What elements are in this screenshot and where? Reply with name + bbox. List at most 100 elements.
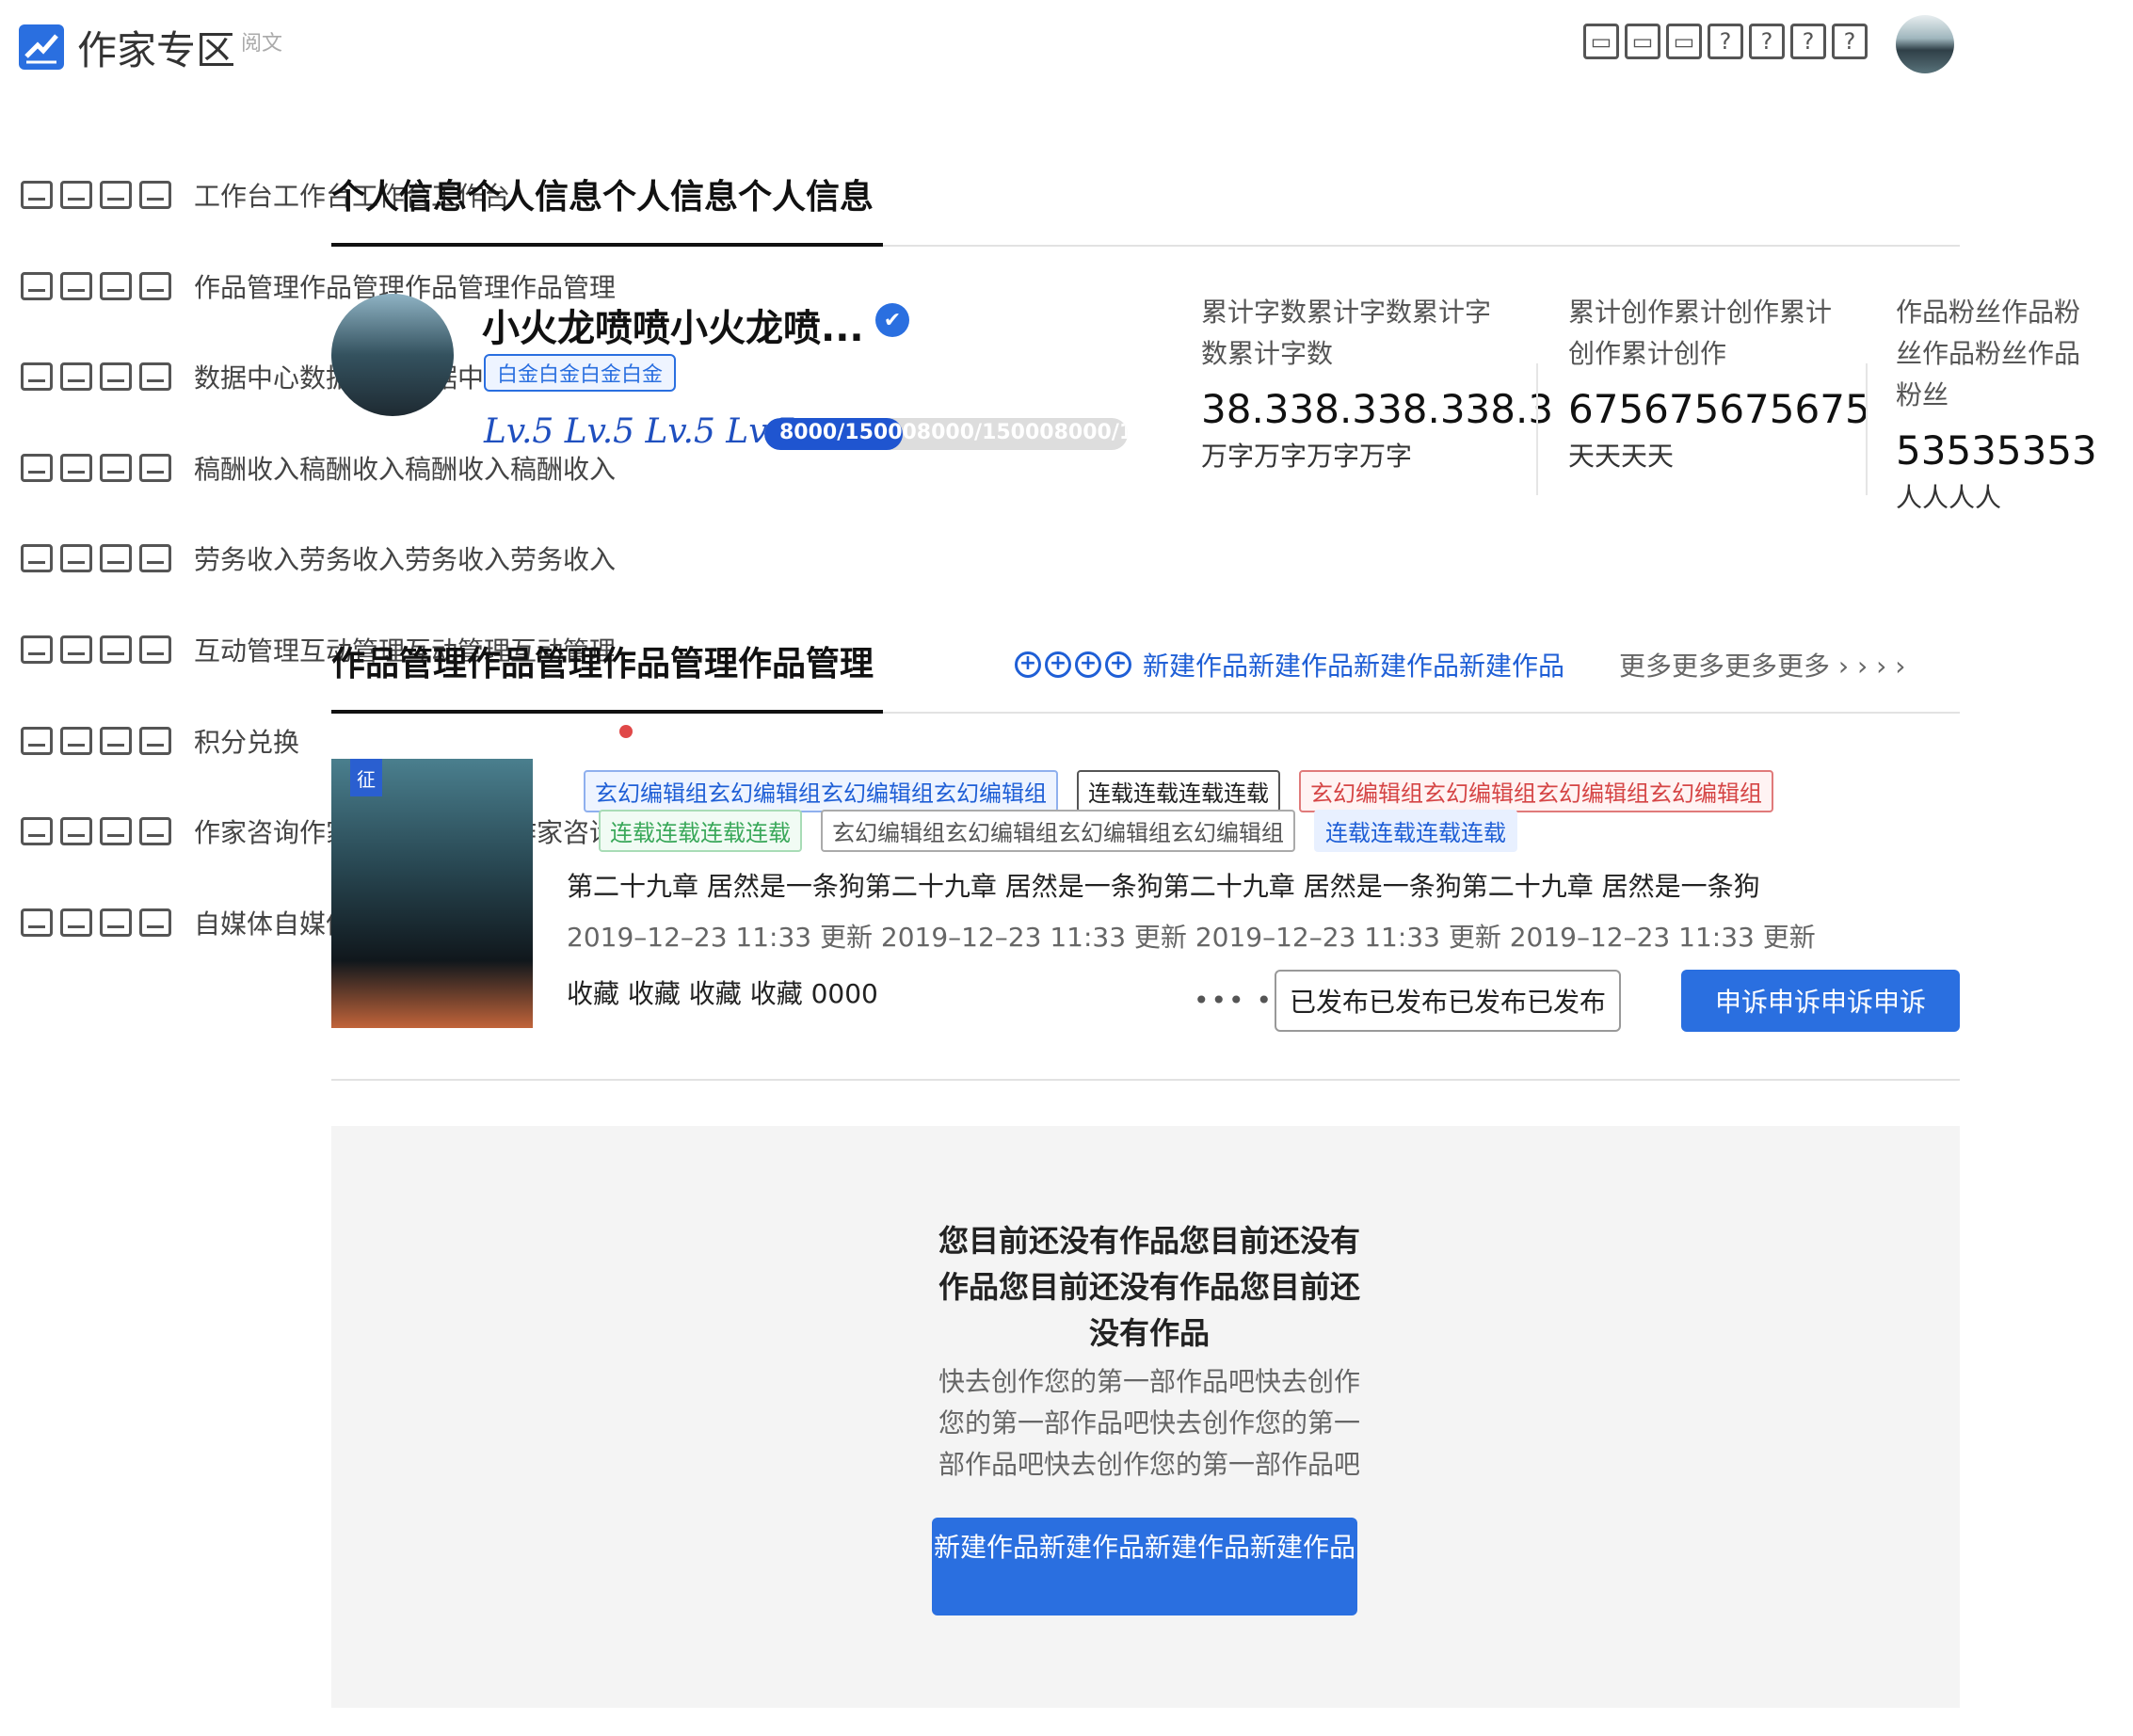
- yuan-icon: [100, 544, 132, 573]
- stat-words: 累计字数累计字数累计字数累计字数 38.338.338.338.3 万字万字万字…: [1201, 292, 1554, 474]
- works-title-underline: [331, 710, 883, 714]
- bar-chart-icon: [139, 362, 171, 392]
- stat-value: 38.338.338.338.3: [1201, 386, 1554, 432]
- stat-label: 累计字数累计字数累计字数累计字数: [1201, 297, 1492, 369]
- help-icon[interactable]: ?: [1832, 24, 1868, 59]
- gift-icon: [100, 726, 132, 755]
- profile-section-title: 个人信息个人信息个人信息个人信息: [331, 178, 874, 217]
- stat-label: 作品粉丝作品粉丝作品粉丝作品粉丝: [1896, 297, 2081, 410]
- bar-chart-icon: [60, 362, 92, 392]
- plus-circle-icon: +: [1105, 651, 1131, 678]
- thumb-up-icon: [60, 635, 92, 664]
- copy-icon: [60, 271, 92, 300]
- sidebar-item-label: 积分兑换: [194, 726, 300, 758]
- new-work-link[interactable]: + + + + 新建作品新建作品新建作品新建作品: [1015, 646, 1564, 683]
- tag-row: 连载连载连载连载 玄幻编辑组玄幻编辑组玄幻编辑组玄幻编辑组 连载连载连载连载: [599, 810, 1517, 852]
- copy-icon: [100, 271, 132, 300]
- stat-divider: [1866, 363, 1868, 495]
- yuan-icon: [139, 544, 171, 573]
- chat-icon: [60, 817, 92, 846]
- empty-state-subtitle: 快去创作您的第一部作品吧快去创作您的第一部作品吧快去创作您的第一部作品吧快去创作…: [938, 1366, 1360, 1480]
- work-tag: 连载连载连载连载: [599, 810, 802, 852]
- thumb-up-icon: [21, 635, 53, 664]
- avatar[interactable]: [1896, 15, 1954, 73]
- document-icon: [21, 908, 53, 937]
- monitor-icon: [60, 181, 92, 209]
- card-icon: [100, 453, 132, 482]
- help-icon[interactable]: ?: [1708, 24, 1743, 59]
- chat-icon: [139, 817, 171, 846]
- empty-state-title: 您目前还没有作品您目前还没有作品您目前还没有作品您目前还没有作品: [938, 1223, 1360, 1351]
- document-icon: [139, 908, 171, 937]
- tag-row: 玄幻编辑组玄幻编辑组玄幻编辑组玄幻编辑组 连载连载连载连载 玄幻编辑组玄幻编辑组玄幻…: [584, 770, 1773, 812]
- card-icon: [21, 453, 53, 482]
- level-progress-bar: 8000/150008000/150008000/1: [764, 418, 1128, 450]
- work-tag: 玄幻编辑组玄幻编辑组玄幻编辑组玄幻编辑组: [584, 770, 1058, 812]
- monitor-icon[interactable]: ▭: [1583, 24, 1619, 59]
- stat-unit: 天天天天: [1568, 441, 1675, 472]
- divider: [883, 245, 1960, 247]
- gift-icon: [60, 726, 92, 755]
- gift-icon: [21, 726, 53, 755]
- gift-icon: [139, 726, 171, 755]
- card-icon: [139, 453, 171, 482]
- monitor-icon[interactable]: ▭: [1666, 24, 1702, 59]
- thumb-up-icon: [100, 635, 132, 664]
- monitor-icon[interactable]: ▭: [1625, 24, 1660, 59]
- profile-name: 小火龙喷喷小火龙喷...: [482, 307, 864, 350]
- plus-circle-icon: +: [1045, 651, 1071, 678]
- help-icon[interactable]: ?: [1790, 24, 1826, 59]
- chat-icon: [100, 817, 132, 846]
- stat-unit: 人人人人: [1896, 482, 2002, 513]
- update-time: 2019–12–23 11:33 更新 2019–12–23 11:33 更新 …: [567, 922, 1816, 953]
- new-work-label: 新建作品新建作品新建作品新建作品: [1143, 651, 1565, 682]
- chat-icon: [21, 817, 53, 846]
- more-link[interactable]: 更多更多更多更多 › › › ›: [1619, 646, 1905, 683]
- works-section-title: 作品管理作品管理作品管理作品管理: [331, 645, 874, 683]
- work-tag: 连载连载连载连载: [1077, 770, 1280, 812]
- stat-divider: [1536, 363, 1538, 495]
- bar-chart-icon: [21, 362, 53, 392]
- divider: [331, 1079, 1960, 1081]
- sidebar-icon-group: [21, 908, 171, 937]
- work-tag: 连载连载连载连载: [1314, 810, 1517, 852]
- progress-text: 8000/150008000/150008000/1: [779, 421, 1128, 444]
- sidebar-item-label: 稿酬收入稿酬收入稿酬收入稿酬收入: [194, 453, 617, 485]
- help-icon[interactable]: ?: [1749, 24, 1785, 59]
- profile-title-underline: [331, 243, 883, 247]
- monitor-icon: [139, 181, 171, 209]
- level-label: Lv.5 Lv.5 Lv.5 Lv.5: [484, 412, 796, 451]
- card-icon: [60, 453, 92, 482]
- plus-circle-icon: +: [1075, 651, 1101, 678]
- notification-dot: [619, 725, 633, 738]
- sidebar-icon-group: [21, 544, 171, 573]
- stat-value: 675675675675: [1568, 386, 1870, 432]
- latest-chapter[interactable]: 第二十九章 居然是一条狗第二十九章 居然是一条狗第二十九章 居然是一条狗第二十九…: [567, 866, 1760, 904]
- work-tag: 玄幻编辑组玄幻编辑组玄幻编辑组玄幻编辑组: [1299, 770, 1773, 812]
- work-cover-image[interactable]: [331, 759, 533, 1028]
- yuan-icon: [21, 544, 53, 573]
- create-work-button[interactable]: 新建作品新建作品新建作品新建作品: [932, 1518, 1357, 1615]
- document-icon: [60, 908, 92, 937]
- sidebar-item[interactable]: 积分兑换: [21, 717, 299, 764]
- appeal-button[interactable]: 申诉申诉申诉申诉: [1681, 970, 1960, 1032]
- published-button[interactable]: 已发布已发布已发布已发布: [1275, 970, 1621, 1032]
- sidebar-item[interactable]: 劳务收入劳务收入劳务收入劳务收入: [21, 535, 616, 582]
- sidebar-item-label: 劳务收入劳务收入劳务收入劳务收入: [194, 544, 617, 576]
- tier-badge: 白金白金白金白金: [484, 354, 677, 392]
- stat-days: 累计创作累计创作累计创作累计创作 675675675675 天天天天: [1568, 292, 1870, 474]
- sidebar-icon-group: [21, 362, 171, 392]
- cover-tag: 征: [350, 759, 382, 796]
- document-icon: [100, 908, 132, 937]
- copy-icon: [139, 271, 171, 300]
- work-tag: 玄幻编辑组玄幻编辑组玄幻编辑组玄幻编辑组: [821, 810, 1295, 852]
- stat-label: 累计创作累计创作累计创作累计创作: [1568, 297, 1833, 369]
- sidebar-icon-group: [21, 181, 171, 209]
- sidebar-icon-group: [21, 453, 171, 482]
- profile-avatar: [331, 294, 454, 416]
- sidebar-icon-group: [21, 635, 171, 664]
- divider: [883, 712, 1960, 714]
- sidebar-item[interactable]: 稿酬收入稿酬收入稿酬收入稿酬收入: [21, 444, 616, 491]
- thumb-up-icon: [139, 635, 171, 664]
- sidebar-icon-group: [21, 726, 171, 755]
